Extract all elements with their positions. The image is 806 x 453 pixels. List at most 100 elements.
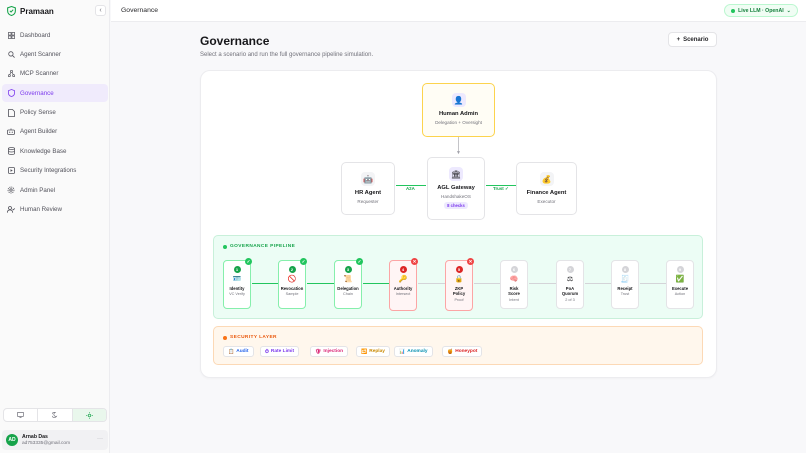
sidebar-item-agent-builder[interactable]: Agent Builder [2,123,108,141]
bot-icon [7,128,15,136]
user-check-icon [7,206,15,214]
shield-icon: 🛡 [315,348,322,355]
sun-icon[interactable] [72,409,106,421]
honey-pot-icon: 🍯 [447,348,454,355]
llm-status-label: Live LLM · OpenAI [738,7,784,14]
more-icon[interactable]: ··· [97,436,103,442]
prohibited-icon: 🚫 [287,276,297,283]
sidebar-item-security-integrations[interactable]: Security Integrations [2,162,108,180]
step-number: 9 [676,266,684,273]
security-chip[interactable]: 📋 Audit [223,346,254,357]
step-number: 8 [621,266,629,273]
stage-name: Delegation [337,286,359,291]
sidebar-item-label: Policy Sense [20,109,56,117]
money-bag-icon: 💰 [539,172,554,186]
hr-agent-node[interactable]: 🤖 HR Agent Requester [341,162,395,215]
sidebar-item-knowledge-base[interactable]: Knowledge Base [2,142,108,160]
human-admin-node[interactable]: 👤 Human Admin Delegation + Oversight [422,83,495,137]
avatar: AD [6,434,18,446]
stage-name: Authority [393,286,413,291]
brain-icon: 🧠 [509,276,519,283]
pipeline-stage[interactable]: 7 ⚖ PoA Quorum 2 of 3 [556,260,584,309]
node-title: Human Admin [438,111,479,117]
step-number: 7 [566,266,574,273]
stage-subtitle: VC Verify [229,292,245,297]
replay-icon: 🔁 [361,348,368,355]
chevron-down-icon: ⌄ [786,7,791,14]
scenario-button-label: Scenario [683,36,709,43]
pipeline-stage[interactable]: 5 🔒 ZKP Policy Proof [445,260,473,311]
stage-subtitle: Sample [285,292,299,297]
plug-icon [7,167,15,175]
moon-icon[interactable] [38,409,73,421]
monitor-icon[interactable] [4,409,39,421]
connector-line [585,283,611,284]
breadcrumb: Governance [121,7,159,14]
scenario-button[interactable]: + Scenario [668,32,717,47]
pipeline-stage[interactable]: 9 ✅ Execute Action [666,260,694,309]
user-name: Arnab Das [22,434,48,440]
security-chip[interactable]: ⏱ Rate Limit [260,346,300,357]
bot-icon: 🤖 [361,172,375,186]
step-number: 3 [344,266,352,273]
stage-name: PoA Quorum [561,286,579,297]
brand[interactable]: Pramaan [6,5,54,17]
sidebar-item-dashboard[interactable]: Dashboard [2,26,108,44]
user-profile[interactable]: AD Arnab Das ad753335@gmail.com ··· [2,430,108,450]
step-number: 1 [233,266,241,273]
sidebar-item-governance[interactable]: Governance [2,84,108,103]
chip-label: Anomaly [407,349,428,354]
pipeline-title-text: GOVERNANCE PIPELINE [230,244,296,249]
node-title: Finance Agent [526,190,567,196]
sidebar-item-human-review[interactable]: Human Review [2,201,108,219]
sidebar-item-admin-panel[interactable]: Admin Panel [2,181,108,199]
chevron-left-icon[interactable]: ‹ [95,5,106,16]
sidebar-item-label: Agent Scanner [20,50,61,58]
check-box-icon: ✅ [675,276,685,283]
pipeline-stage[interactable]: 4 🔑 Authority Intersect [389,260,417,311]
status-dot-icon [731,8,736,13]
pipeline-stage[interactable]: 1 🪪 Identity VC Verify [223,260,251,309]
stage-subtitle: Intent [509,297,519,302]
key-icon: 🔑 [398,276,408,283]
link-label-a2a: A2A [405,186,416,191]
pipeline-stage[interactable]: 2 🚫 Revocation Sample [278,260,306,309]
finance-agent-node[interactable]: 💰 Finance Agent Executor [516,162,577,215]
stage-subtitle: Trust [620,292,630,297]
user-email: ad753335@gmail.com [22,441,71,446]
network-icon [7,70,15,78]
security-chip[interactable]: 📊 Anomaly [394,346,433,357]
sidebar-item-mcp-scanner[interactable]: MCP Scanner [2,65,108,83]
sidebar-item-label: MCP Scanner [20,70,59,78]
sidebar-item-agent-scanner[interactable]: Agent Scanner [2,45,108,63]
close-icon: ✕ [467,258,474,265]
node-subtitle: Executor [537,199,556,204]
security-chip[interactable]: 🔁 Replay [356,346,390,357]
app-name: Pramaan [20,6,54,16]
agl-gateway-node[interactable]: 🏛 AGL Gateway HandshakeOS 8 checks [427,157,485,220]
pipeline-stage[interactable]: 8 🧾 Receipt Trust [611,260,639,309]
security-chip[interactable]: 🛡 Injection [310,346,349,357]
sidebar-item-label: Agent Builder [20,128,58,136]
pipeline-stage[interactable]: 6 🧠 Risk Score Intent [500,260,528,309]
connector-line [252,283,278,284]
security-chip[interactable]: 🍯 Honeypot [442,346,483,357]
scales-icon: ⚖ [566,276,574,283]
stage-name: ZKP Policy [452,286,466,297]
node-title: HR Agent [354,190,382,196]
connector-line [474,283,500,284]
sidebar-item-policy-sense[interactable]: Policy Sense [2,104,108,122]
sidebar: Pramaan ‹ Dashboard Agent Scanner MCP Sc… [0,0,110,453]
sidebar-item-label: Dashboard [20,31,51,39]
pipeline-stage[interactable]: 3 📜 Delegation Chain [334,260,362,309]
chip-label: Injection [323,349,344,354]
stage-name: Receipt [617,286,633,291]
sidebar-item-label: Security Integrations [20,167,77,175]
lock-icon: 🔒 [454,276,464,283]
llm-status-badge[interactable]: Live LLM · OpenAI ⌄ [724,4,798,17]
search-icon [7,50,15,58]
stopwatch-icon: ⏱ [265,348,269,355]
arrow-down-icon: ▼ [456,150,461,156]
theme-switcher [3,408,107,422]
check-icon: ✓ [356,258,363,265]
